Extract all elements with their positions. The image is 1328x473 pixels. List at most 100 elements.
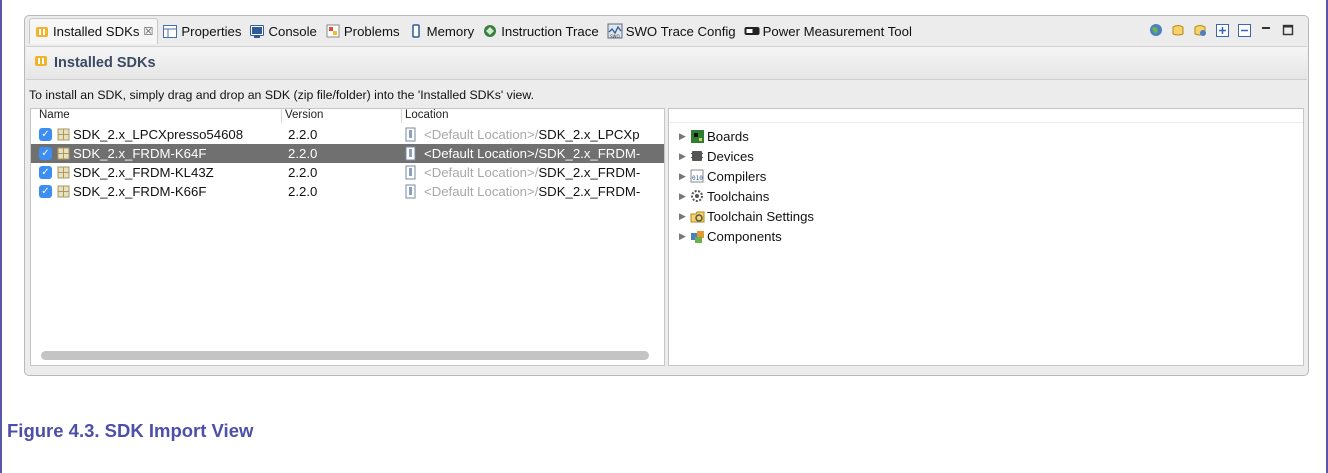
devices-icon (689, 148, 705, 164)
figure-frame: Installed SDKs ☒ Properties Console Prob… (0, 0, 1328, 473)
tree-item-toolchain-settings[interactable]: ▶ Toolchain Settings (679, 206, 814, 226)
archive-file-icon (405, 184, 419, 199)
sdk-name: SDK_2.x_FRDM-KL43Z (73, 165, 214, 180)
tree-item-boards[interactable]: ▶ Boards (679, 126, 749, 146)
tab-installed-sdks[interactable]: Installed SDKs ☒ (29, 18, 159, 44)
expand-arrow-icon[interactable]: ▶ (679, 131, 689, 142)
tree-header (669, 109, 1303, 123)
expand-arrow-icon[interactable]: ▶ (679, 211, 689, 222)
tab-label: Problems (343, 23, 400, 39)
sdk-name: SDK_2.x_LPCXpresso54608 (73, 127, 244, 142)
tree-item-label: Components (707, 228, 782, 244)
sdk-version: 2.2.0 (288, 146, 318, 161)
tree-item-label: Boards (707, 128, 749, 144)
horizontal-scrollbar[interactable] (41, 351, 649, 360)
sdk-location: <Default Location>/SDK_2.x_FRDM- (424, 184, 641, 199)
column-header-name[interactable]: Name (39, 109, 70, 121)
tab-label: Instruction Trace (501, 23, 599, 39)
tree-item-label: Devices (707, 148, 754, 164)
table-row[interactable]: ✓ SDK_2.x_FRDM-KL43Z 2.2.0 <Default Loca… (31, 163, 664, 182)
row-checkbox[interactable]: ✓ (39, 147, 52, 160)
tab-label: Installed SDKs (53, 24, 140, 39)
tab-problems[interactable]: Problems (321, 18, 404, 44)
tab-console[interactable]: Console (245, 18, 320, 44)
column-divider[interactable] (401, 109, 402, 123)
instructions-text: To install an SDK, simply drag and drop … (29, 88, 535, 102)
installed-sdks-icon (34, 24, 50, 40)
sdk-version: 2.2.0 (288, 184, 318, 199)
archive-file-icon (405, 165, 419, 180)
sdk-version: 2.2.0 (288, 165, 318, 180)
tree-item-label: Toolchains (707, 188, 770, 204)
sdk-version: 2.2.0 (288, 127, 318, 142)
expand-arrow-icon[interactable]: ▶ (679, 171, 689, 182)
close-icon[interactable]: ☒ (144, 25, 154, 38)
expand-arrow-icon[interactable]: ▶ (679, 191, 689, 202)
table-row[interactable]: ✓ SDK_2.x_LPCXpresso54608 2.2.0 <Default… (31, 125, 664, 144)
memory-icon (408, 23, 424, 39)
table-header: Name Version Location (31, 109, 664, 123)
swo-trace-config-icon: SWO (607, 23, 623, 39)
figure-caption: Figure 4.3. SDK Import View (7, 420, 254, 441)
properties-icon (162, 23, 178, 39)
globe-icon[interactable] (1148, 22, 1164, 38)
import-sdk-icon[interactable] (1170, 22, 1186, 38)
minimize-icon[interactable] (1258, 22, 1274, 38)
tab-label: Console (268, 23, 317, 39)
sdk-location: <Default Location>/SDK_2.x_FRDM- (424, 165, 641, 180)
import-remote-sdk-icon[interactable] (1192, 22, 1208, 38)
maximize-icon[interactable] (1280, 22, 1296, 38)
sdk-package-icon (57, 147, 70, 160)
sdk-location: <Default Location>/SDK_2.x_LPCXp (424, 127, 640, 142)
archive-file-icon (405, 146, 419, 161)
ide-window: Installed SDKs ☒ Properties Console Prob… (24, 15, 1309, 376)
toolchains-icon (689, 188, 705, 204)
row-checkbox[interactable]: ✓ (39, 166, 52, 179)
installed-sdks-icon (34, 54, 48, 73)
power-measurement-icon (744, 23, 760, 39)
column-header-location[interactable]: Location (405, 109, 448, 121)
tree-item-label: Toolchain Settings (707, 208, 815, 224)
row-checkbox[interactable]: ✓ (39, 185, 52, 198)
tab-power-measurement-tool[interactable]: Power Measurement Tool (740, 18, 916, 44)
table-row[interactable]: ✓ SDK_2.x_FRDM-K64F 2.2.0 <Default Locat… (31, 144, 664, 163)
view-toolbar (1148, 22, 1296, 38)
tree-item-label: Compilers (707, 168, 767, 184)
sdk-details-tree[interactable]: ▶ Boards ▶ Devices ▶ 010 Compilers ▶ Too… (668, 108, 1304, 366)
tree-item-toolchains[interactable]: ▶ Toolchains (679, 186, 769, 206)
tree-item-components[interactable]: ▶ Components (679, 226, 782, 246)
toolchain-settings-icon (689, 208, 705, 224)
tab-label: Memory (426, 23, 475, 39)
sdk-package-icon (57, 128, 70, 141)
sdk-package-icon (57, 166, 70, 179)
tab-label: Power Measurement Tool (762, 23, 912, 39)
tab-label: SWO Trace Config (625, 23, 736, 39)
collapse-all-icon[interactable] (1236, 22, 1252, 38)
archive-file-icon (405, 127, 419, 142)
column-divider[interactable] (281, 109, 282, 123)
instruction-trace-icon (482, 23, 498, 39)
components-icon (689, 228, 705, 244)
expand-arrow-icon[interactable]: ▶ (679, 151, 689, 162)
sdk-package-icon (57, 185, 70, 198)
expand-all-icon[interactable] (1214, 22, 1230, 38)
compilers-icon: 010 (689, 168, 705, 184)
problems-icon (325, 23, 341, 39)
table-row[interactable]: ✓ SDK_2.x_FRDM-K66F 2.2.0 <Default Locat… (31, 182, 664, 201)
sdk-location: <Default Location>/SDK_2.x_FRDM- (424, 146, 641, 161)
expand-arrow-icon[interactable]: ▶ (679, 231, 689, 242)
row-checkbox[interactable]: ✓ (39, 128, 52, 141)
tab-memory[interactable]: Memory (404, 18, 479, 44)
sdk-table[interactable]: Name Version Location ✓ SDK_2.x_LPCXpres… (30, 108, 665, 366)
tab-properties[interactable]: Properties (158, 18, 245, 44)
tab-swo-trace-config[interactable]: SWO SWO Trace Config (603, 18, 740, 44)
view-tab-bar: Installed SDKs ☒ Properties Console Prob… (25, 16, 1308, 46)
svg-text:010: 010 (692, 175, 703, 182)
tree-item-compilers[interactable]: ▶ 010 Compilers (679, 166, 766, 186)
console-icon (249, 23, 265, 39)
tab-instruction-trace[interactable]: Instruction Trace (478, 18, 602, 44)
column-header-version[interactable]: Version (285, 109, 323, 121)
tree-item-devices[interactable]: ▶ Devices (679, 146, 754, 166)
view-header: Installed SDKs (26, 46, 1307, 80)
view-title: Installed SDKs (54, 55, 156, 71)
